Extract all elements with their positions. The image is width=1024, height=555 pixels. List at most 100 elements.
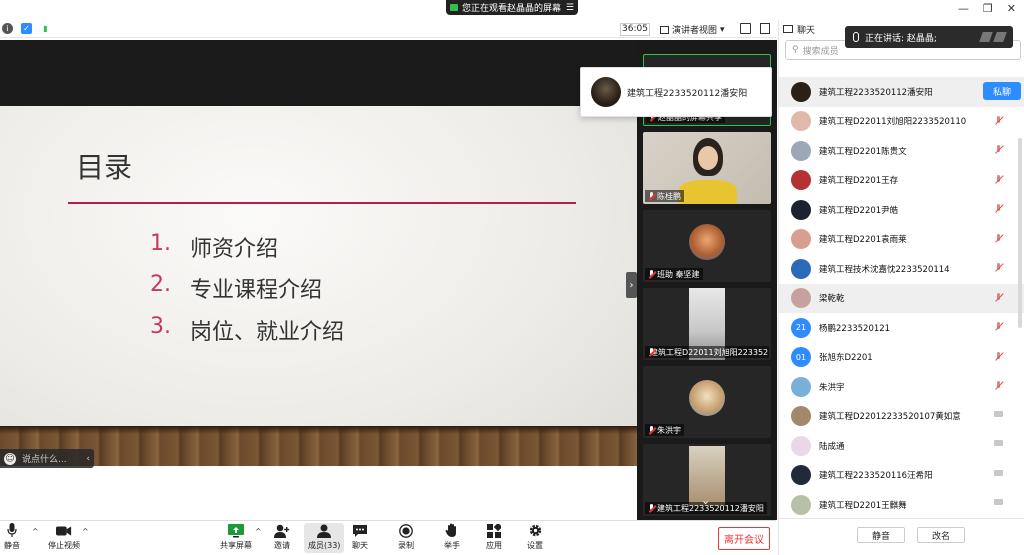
collapse-strip-handle[interactable]: › [626,272,637,298]
member-row[interactable]: 建筑工程D2201尹皓 [779,195,1024,225]
scroll-down-icon[interactable]: ⌄ [701,494,710,507]
member-name: 朱洪宇 [819,382,845,393]
mute-options-caret[interactable]: ^ [32,527,39,536]
undo-icon[interactable] [993,32,1007,42]
avatar [791,199,811,220]
restore-button[interactable]: ❐ [983,2,993,15]
mute-all-button[interactable]: 静音 [857,527,905,543]
view-icon [660,25,669,34]
member-row[interactable]: 梁乾乾 [779,283,1024,313]
comment-bar[interactable]: ☺ 说点什么... ‹ [0,449,94,468]
member-row[interactable]: 朱洪宇 [779,372,1024,402]
record-button[interactable]: 录制 [398,523,414,551]
chevron-down-icon: ▾ [720,24,725,35]
presentation-slide: 目录 1. 师资介绍 2. 专业课程介绍 3. 岗位、就业介绍 [0,106,637,466]
video-tile[interactable]: 班助 秦坚建 [643,210,771,282]
member-name: 梁乾乾 [819,294,845,305]
participant-avatar [689,224,725,260]
share-status-icon [450,4,458,11]
member-row[interactable]: 建筑工程D2201王麒舞 [779,490,1024,520]
camera-icon [994,410,1003,417]
member-row[interactable]: 建筑工程D2201陈贵文 [779,136,1024,166]
members-label: 成员(33) [308,541,341,550]
speaker-view-button[interactable]: 演讲者视图 ▾ [660,23,732,36]
video-tile[interactable]: 朱洪宇 [643,366,771,438]
member-row[interactable]: 建筑工程2233520112潘安阳 私聊 [779,77,1024,107]
participant-avatar [689,380,725,416]
tile-name: 班助 秦坚建 [645,268,703,280]
speaking-indicator: 正在讲话: 赵晶晶; [845,26,1013,48]
window-controls: — ❐ ✕ [958,2,1016,15]
popup-name: 建筑工程2233520112潘安阳 [627,88,748,99]
search-placeholder: 搜索成员 [802,46,839,57]
emoji-icon[interactable]: ☺ [4,452,16,465]
chat-panel-icon [783,25,793,33]
slide-top-dark [0,40,637,106]
avatar [791,81,811,102]
member-row[interactable]: 01 张旭东D2201 [779,343,1024,373]
member-name: 建筑工程2233520112潘安阳 [819,87,933,98]
slide-divider [68,202,576,204]
member-row[interactable]: 建筑工程D22011刘旭阳2233520110 [779,107,1024,137]
video-tile[interactable]: 建筑工程D22011刘旭阳223352... [643,288,771,360]
minimize-button[interactable]: — [958,2,969,15]
rename-button[interactable]: 改名 [917,527,965,543]
speaker-thumb-icon [979,32,993,42]
share-screen-label: 共享屏幕 [220,541,252,550]
menu-icon[interactable]: ☰ [566,3,574,13]
avatar [791,229,811,250]
slide-wood-floor [0,426,637,466]
raise-hand-button[interactable]: 举手 [444,523,460,551]
comment-input[interactable]: 说点什么... [22,452,67,465]
slide-item-3: 3. 岗位、就业介绍 [150,314,344,346]
close-button[interactable]: ✕ [1007,2,1016,15]
share-options-caret[interactable]: ^ [255,527,262,536]
member-row[interactable]: 21 杨鹏2233520121 [779,313,1024,343]
gear-icon [527,523,543,538]
share-screen-button[interactable]: 共享屏幕 [220,523,252,551]
avatar: 21 [791,317,811,338]
member-name: 建筑工程D2201陈贵文 [819,146,907,157]
member-row[interactable]: 建筑工程技术沈嘉忱2233520114 [779,254,1024,284]
record-label: 录制 [398,541,414,550]
video-tile[interactable]: 陈桂鹏 [643,132,771,204]
tile-name: 建筑工程D22011刘旭阳223352... [645,346,769,358]
shield-icon[interactable]: ✓ [21,23,32,34]
info-icon[interactable]: i [2,23,13,34]
member-list-scrollbar[interactable] [1018,138,1022,328]
leave-meeting-button[interactable]: 离开会议 [718,527,770,550]
camera-icon [994,469,1003,476]
invite-button[interactable]: 邀请 [274,523,290,551]
member-name: 杨鹏2233520121 [819,323,891,334]
tile-name-text: 朱洪宇 [657,425,681,435]
member-row[interactable]: 陆成通 [779,431,1024,461]
apps-button[interactable]: 应用 [486,523,502,551]
video-options-caret[interactable]: ^ [82,527,89,536]
share-screen-icon [228,523,244,538]
mic-muted-icon [994,292,1003,303]
settings-button[interactable]: 设置 [527,523,543,551]
member-row[interactable]: 建筑工程2233520116汪希阳 [779,461,1024,491]
share-banner[interactable]: 您正在观看赵晶晶的屏幕 ☰ [446,0,578,15]
member-row[interactable]: 建筑工程D2201王存 [779,166,1024,196]
member-row[interactable]: 建筑工程D22012233520107黄如意 [779,402,1024,432]
slide-item-2: 2. 专业课程介绍 [150,272,322,304]
member-row[interactable]: 建筑工程D2201袁雨莱 [779,225,1024,255]
signal-icon[interactable]: ▮ [40,23,51,34]
mute-button[interactable]: 静音 [4,523,20,551]
mic-muted-icon [994,351,1003,362]
chat-button[interactable]: 聊天 [352,523,368,551]
member-name: 建筑工程D22012233520107黄如意 [819,412,961,423]
fullscreen-icon[interactable] [740,23,751,34]
stop-video-button[interactable]: 停止视频 [48,523,80,551]
avatar [791,140,811,161]
mic-on-icon [648,191,655,201]
title-bar: 您正在观看赵晶晶的屏幕 ☰ [0,0,776,18]
chat-label: 聊天 [352,541,368,550]
video-camera-icon [56,523,72,538]
members-button[interactable]: 成员(33) [304,523,345,553]
mic-muted-icon [994,381,1003,391]
panel-layout-icon[interactable] [760,23,770,34]
private-chat-button[interactable]: 私聊 [983,82,1021,100]
chevron-left-icon[interactable]: ‹ [86,454,90,464]
